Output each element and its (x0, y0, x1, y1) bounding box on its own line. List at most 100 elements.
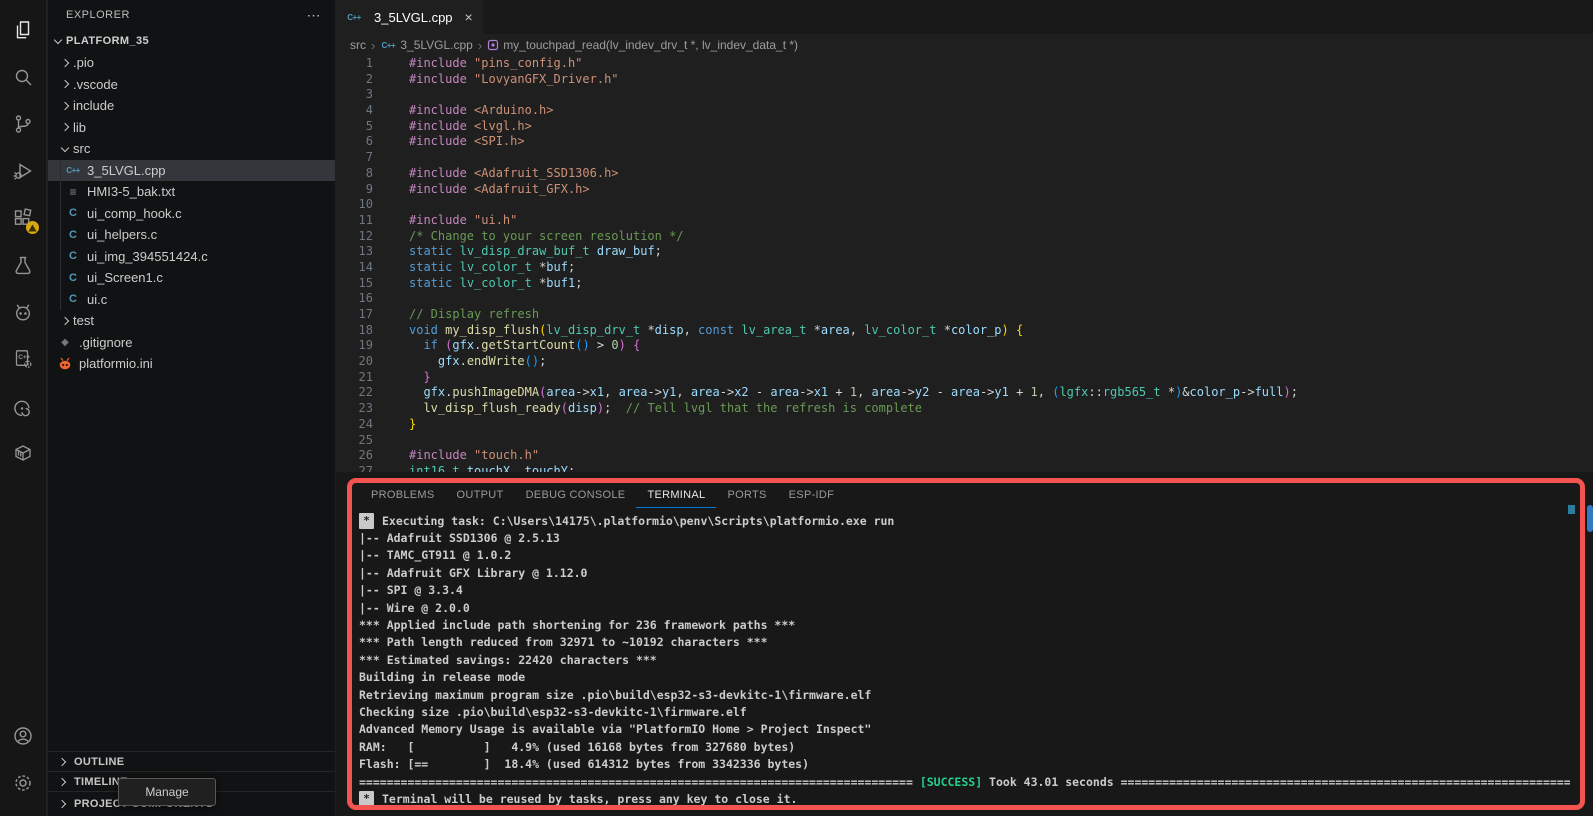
tree-item-label: include (73, 98, 114, 113)
tree-file-ui_comp_hook.c[interactable]: Cui_comp_hook.c (48, 203, 335, 225)
account-icon[interactable] (0, 712, 47, 759)
breadcrumb-symbol[interactable]: my_touchpad_read(lv_indev_drv_t *, lv_in… (487, 38, 798, 52)
c-file-icon: C (65, 227, 81, 243)
code-line: 6 #include <SPI.h> (336, 134, 1593, 150)
code-text: if (gfx.getStartCount() > 0) { (409, 338, 640, 354)
tree-file-platformio.ini[interactable]: platformio.ini (48, 353, 335, 375)
cpp-file-icon: C++ (65, 162, 81, 178)
code-text: #include "touch.h" (409, 448, 539, 464)
code-text: } (409, 370, 431, 386)
code-line: 4#include <Arduino.h> (336, 103, 1593, 119)
manage-tooltip: Manage (118, 778, 216, 806)
code-line: 24} (336, 417, 1593, 433)
panel-tab-terminal[interactable]: TERMINAL (636, 483, 716, 508)
tab-label: 3_5LVGL.cpp (374, 10, 453, 25)
project-root-row[interactable]: PLATFORM_35 (48, 30, 335, 52)
code-text: #include <Adafruit_SSD1306.h> (409, 166, 619, 182)
code-line: 25 (336, 433, 1593, 449)
line-number: 10 (336, 197, 373, 213)
explorer-icon[interactable] (0, 6, 47, 53)
terminal-line: *Terminal will be reused by tasks, press… (359, 790, 1570, 805)
project-root-label: PLATFORM_35 (66, 35, 149, 47)
code-line: 26 #include "touch.h" (336, 448, 1593, 464)
tree-item-label: test (73, 313, 94, 328)
terminal-line: |-- Adafruit SSD1306 @ 2.5.13 (359, 529, 1570, 546)
panel-tab-debug-console[interactable]: DEBUG CONSOLE (515, 483, 637, 508)
close-icon[interactable]: × (465, 9, 473, 25)
tree-file-.gitignore[interactable]: ◆.gitignore (48, 332, 335, 354)
tree-folder-.vscode[interactable]: .vscode (48, 74, 335, 96)
code-line: 16 (336, 291, 1593, 307)
breadcrumb-file[interactable]: C++ 3_5LVGL.cpp (380, 37, 473, 53)
tree-item-label: ui_helpers.c (87, 227, 157, 242)
tree-file-ui.c[interactable]: Cui.c (48, 289, 335, 311)
espressif-icon[interactable] (0, 382, 47, 429)
code-text: #include <SPI.h> (409, 134, 525, 150)
panel-tab-bar: PROBLEMSOUTPUTDEBUG CONSOLETERMINALPORTS… (352, 483, 1580, 508)
tree-folder-.pio[interactable]: .pio (48, 52, 335, 74)
tab-3_5lvgl-cpp[interactable]: C++ 3_5LVGL.cpp × (336, 0, 483, 34)
more-actions-icon[interactable]: ⋯ (307, 7, 322, 24)
tree-file-3_5LVGL.cpp[interactable]: C++3_5LVGL.cpp (48, 160, 335, 182)
terminal-output[interactable]: *Executing task: C:\Users\14175\.platfor… (352, 510, 1570, 805)
task-badge: * (359, 791, 374, 805)
tree-folder-lib[interactable]: lib (48, 117, 335, 139)
chevron-right-icon (54, 801, 70, 807)
line-number: 22 (336, 385, 373, 401)
editor-area: C++ 3_5LVGL.cpp × src › C++ 3_5LVGL.cpp … (336, 0, 1593, 816)
code-line: 19 if (gfx.getStartCount() > 0) { (336, 338, 1593, 354)
code-line: 14static lv_color_t *buf; (336, 260, 1593, 276)
code-line: 13static lv_disp_draw_buf_t draw_buf; (336, 244, 1593, 260)
line-number: 11 (336, 213, 373, 229)
line-number: 25 (336, 433, 373, 449)
terminal-scrollbar-thumb[interactable] (1568, 505, 1575, 514)
line-number: 27 (336, 464, 373, 472)
breadcrumb-separator: › (371, 38, 375, 53)
platformio-icon[interactable] (0, 288, 47, 335)
component-cube-icon[interactable] (0, 429, 47, 476)
line-number: 19 (336, 338, 373, 354)
search-icon[interactable] (0, 53, 47, 100)
panel-tab-esp-idf[interactable]: ESP-IDF (778, 483, 846, 508)
code-line: 12/* Change to your screen resolution */ (336, 229, 1593, 245)
code-line: 8#include <Adafruit_SSD1306.h> (336, 166, 1593, 182)
line-number: 20 (336, 354, 373, 370)
code-line: 3 (336, 87, 1593, 103)
tree-file-ui_helpers.c[interactable]: Cui_helpers.c (48, 224, 335, 246)
code-line: 11#include "ui.h" (336, 213, 1593, 229)
c-file-icon: C (65, 248, 81, 264)
panel-tab-problems[interactable]: PROBLEMS (360, 483, 446, 508)
testing-icon[interactable] (0, 241, 47, 288)
tree-item-label: ui_img_394551424.c (87, 249, 208, 264)
extensions-icon[interactable] (0, 194, 47, 241)
terminal-line: Checking size .pio\build\esp32-s3-devkit… (359, 703, 1570, 720)
c-file-icon: C (65, 270, 81, 286)
tree-file-ui_img_394551424.c[interactable]: Cui_img_394551424.c (48, 246, 335, 268)
code-editor[interactable]: 1#include "pins_config.h"2#include "Lovy… (336, 56, 1593, 472)
code-line: 20 gfx.endWrite(); (336, 354, 1593, 370)
tree-folder-include[interactable]: include (48, 95, 335, 117)
breadcrumb: src › C++ 3_5LVGL.cpp › my_touchpad_read… (336, 34, 1593, 56)
terminal-line: Building in release mode (359, 669, 1570, 686)
run-debug-icon[interactable] (0, 147, 47, 194)
line-number: 23 (336, 401, 373, 417)
line-number: 21 (336, 370, 373, 386)
panel-tab-ports[interactable]: PORTS (716, 483, 777, 508)
source-control-icon[interactable] (0, 100, 47, 147)
tree-folder-test[interactable]: test (48, 310, 335, 332)
tree-file-ui_Screen1.c[interactable]: Cui_Screen1.c (48, 267, 335, 289)
breadcrumb-src[interactable]: src (350, 38, 366, 52)
panel-tab-output[interactable]: OUTPUT (446, 483, 515, 508)
window-scrollbar-thumb[interactable] (1587, 505, 1593, 532)
settings-gear-icon[interactable] (0, 759, 47, 806)
cpp-tools-icon[interactable]: C++ (0, 335, 47, 382)
chevron-down-icon (50, 33, 66, 49)
section-outline[interactable]: OUTLINE (48, 751, 335, 771)
line-number: 24 (336, 417, 373, 433)
task-badge: * (359, 513, 374, 529)
line-number: 26 (336, 448, 373, 464)
line-number: 6 (336, 134, 373, 150)
tree-file-HMI3-5_bak.txt[interactable]: ≡HMI3-5_bak.txt (48, 181, 335, 203)
tree-folder-src[interactable]: src (48, 138, 335, 160)
terminal-line: Flash: [== ] 18.4% (used 614312 bytes fr… (359, 755, 1570, 772)
